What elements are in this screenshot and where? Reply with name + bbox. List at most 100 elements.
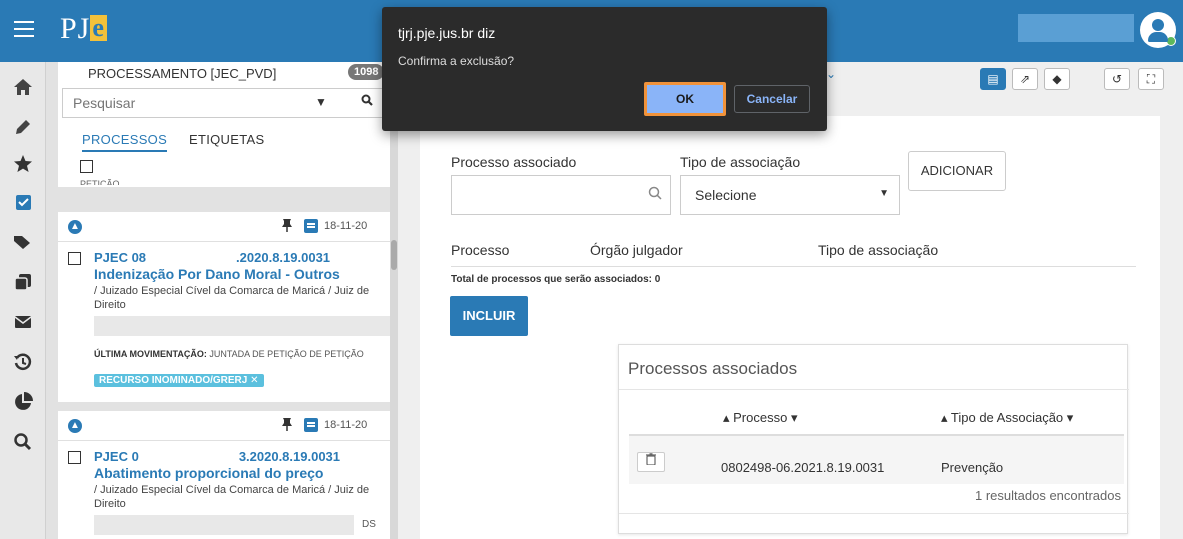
incluir-button[interactable]: INCLUIR [450, 296, 528, 336]
tipo-associacao-value: Selecione [695, 187, 757, 203]
tipo-associacao-label: Tipo de associação [680, 154, 801, 170]
adicionar-button[interactable]: ADICIONAR [908, 151, 1006, 191]
magnifier-icon[interactable] [648, 186, 662, 203]
sort-processo-header[interactable]: ▴ Processo ▾ [723, 410, 797, 426]
copy-icon[interactable] [13, 272, 33, 292]
process-card[interactable]: ▲ 18-11-20 PJEC 0 3.2020.8.19.0031 Abatim… [58, 411, 398, 539]
tab-processos[interactable]: PROCESSOS [82, 132, 168, 152]
list-scrollbar[interactable] [390, 62, 398, 539]
pencil-icon[interactable] [13, 117, 33, 137]
search-input[interactable] [63, 89, 303, 117]
associated-title: Processos associados [628, 359, 798, 378]
table-divider [451, 266, 1136, 267]
results-count: 1 resultados encontrados [975, 488, 1121, 503]
book-icon[interactable] [304, 418, 318, 432]
card-date: 18-11-20 [324, 419, 368, 431]
processo-associado-label: Processo associado [451, 154, 577, 170]
card-toolbar: ▲ 18-11-20 [58, 411, 398, 441]
count-badge: 1098 [348, 64, 385, 80]
chevron-down-icon[interactable]: ⌄ [826, 62, 856, 86]
dialog-title: tjrj.pje.jus.br diz [398, 25, 496, 41]
col-processo: Processo [451, 242, 510, 258]
confirm-dialog: tjrj.pje.jus.br diz Confirma a exclusão?… [382, 7, 827, 131]
pie-chart-icon[interactable] [13, 392, 33, 412]
star-icon[interactable] [13, 154, 33, 174]
last-movement: ÚLTIMA MOVIMENTAÇÃO: JUNTADA DE PETIÇÃO … [94, 348, 392, 360]
envelope-icon[interactable] [13, 312, 33, 332]
arrow-up-circle-icon[interactable]: ▲ [68, 419, 82, 433]
cut-off-text: DS [362, 519, 376, 530]
card-checkbox[interactable] [68, 451, 81, 464]
hamburger-menu-icon[interactable] [14, 21, 34, 37]
divider [619, 389, 1129, 390]
processo-associado-input[interactable] [451, 175, 671, 215]
tab-etiquetas[interactable]: ETIQUETAS [189, 132, 264, 147]
pin-icon[interactable] [280, 417, 294, 434]
process-org: / Juizado Especial Cível da Comarca de M… [94, 285, 370, 311]
history-icon[interactable]: ↺ [1104, 68, 1130, 90]
process-subject[interactable]: Indenização Por Dano Moral - Outros [94, 266, 340, 282]
process-subject[interactable]: Abatimento proporcional do preço [94, 465, 323, 481]
process-number-suffix: .2020.8.19.0031 [236, 250, 331, 265]
icon-rail [0, 62, 46, 539]
scroll-thumb[interactable] [391, 240, 397, 270]
row-processo: 0802498-06.2021.8.19.0031 [721, 460, 885, 475]
share-icon[interactable]: ⇗ [1012, 68, 1038, 90]
document-icon[interactable]: ▤ [980, 68, 1006, 90]
book-icon[interactable] [304, 219, 318, 233]
process-number-link[interactable]: PJEC 08 .2020.8.19.0031 [94, 250, 330, 265]
user-name-redacted [1018, 14, 1134, 42]
associated-processes-card: Processos associados ▴ Processo ▾ ▴ Tipo… [618, 344, 1129, 534]
table-row: 0802498-06.2021.8.19.0031 Prevenção [629, 436, 1124, 484]
tag-badge[interactable]: RECURSO INOMINADO/GRERJ ✕ [94, 374, 264, 387]
tipo-associacao-select[interactable]: Selecione ▼ [680, 175, 900, 215]
caret-down-icon[interactable]: ▼ [315, 95, 327, 109]
home-icon[interactable] [13, 77, 33, 97]
process-card[interactable]: ▲ 18-11-20 PJEC 08 .2020.8.19.0031 Indeni… [58, 212, 398, 402]
chevron-down-icon: ▼ [879, 188, 889, 199]
sort-tipo-header[interactable]: ▴ Tipo de Associação ▾ [941, 410, 1073, 426]
logo-e: e [90, 13, 107, 42]
online-status-icon [1166, 36, 1176, 46]
total-text: Total de processos que serão associados:… [451, 274, 661, 285]
process-number-link[interactable]: PJEC 0 3.2020.8.19.0031 [94, 449, 340, 464]
redacted-block [138, 451, 239, 464]
checkbox-icon[interactable] [13, 192, 33, 212]
tag-icon[interactable]: ◆ [1044, 68, 1070, 90]
pin-icon[interactable] [280, 218, 294, 235]
cancel-button[interactable]: Cancelar [734, 85, 810, 113]
process-number-prefix: PJEC 08 [94, 250, 147, 265]
arrow-up-circle-icon[interactable]: ▲ [68, 220, 82, 234]
search-icon[interactable] [13, 432, 33, 452]
last-movement-text: JUNTADA DE PETIÇÃO DE PETIÇÃO [209, 349, 364, 359]
list-title: PROCESSAMENTO [JEC_PVD] [88, 66, 277, 81]
user-avatar-icon[interactable] [1140, 12, 1176, 48]
list-header: PROCESSAMENTO [JEC_PVD] 1098 ▼ PROCESSOS… [58, 62, 398, 187]
process-number-prefix: PJEC 0 [94, 449, 139, 464]
dialog-message: Confirma a exclusão? [398, 54, 515, 68]
last-movement-label: ÚLTIMA MOVIMENTAÇÃO: [94, 349, 207, 359]
history-icon[interactable] [13, 352, 33, 372]
trash-icon[interactable] [637, 452, 665, 472]
divider [619, 513, 1129, 514]
redacted-line [94, 515, 354, 535]
col-tipo: Tipo de associação [818, 242, 939, 258]
redacted-line [94, 316, 390, 336]
tags-icon[interactable] [13, 232, 33, 252]
process-list-panel: PROCESSAMENTO [JEC_PVD] 1098 ▼ PROCESSOS… [46, 62, 398, 539]
card-toolbar: ▲ 18-11-20 [58, 212, 398, 242]
select-all-checkbox[interactable] [80, 160, 93, 173]
card-date: 18-11-20 [324, 220, 368, 232]
ok-button[interactable]: OK [644, 82, 726, 116]
process-number-suffix: 3.2020.8.19.0031 [238, 449, 341, 464]
pje-logo[interactable]: PJe [60, 12, 107, 46]
cut-off-text: PETIÇÃO [80, 179, 120, 185]
redacted-block [146, 252, 237, 265]
fullscreen-icon[interactable]: ⛶ [1138, 68, 1164, 90]
search-button-icon[interactable] [361, 93, 373, 109]
row-tipo: Prevenção [941, 460, 1004, 475]
search-box: ▼ [62, 88, 392, 118]
col-orgao: Órgão julgador [590, 242, 683, 258]
process-org: / Juizado Especial Cível da Comarca de M… [94, 484, 370, 510]
card-checkbox[interactable] [68, 252, 81, 265]
